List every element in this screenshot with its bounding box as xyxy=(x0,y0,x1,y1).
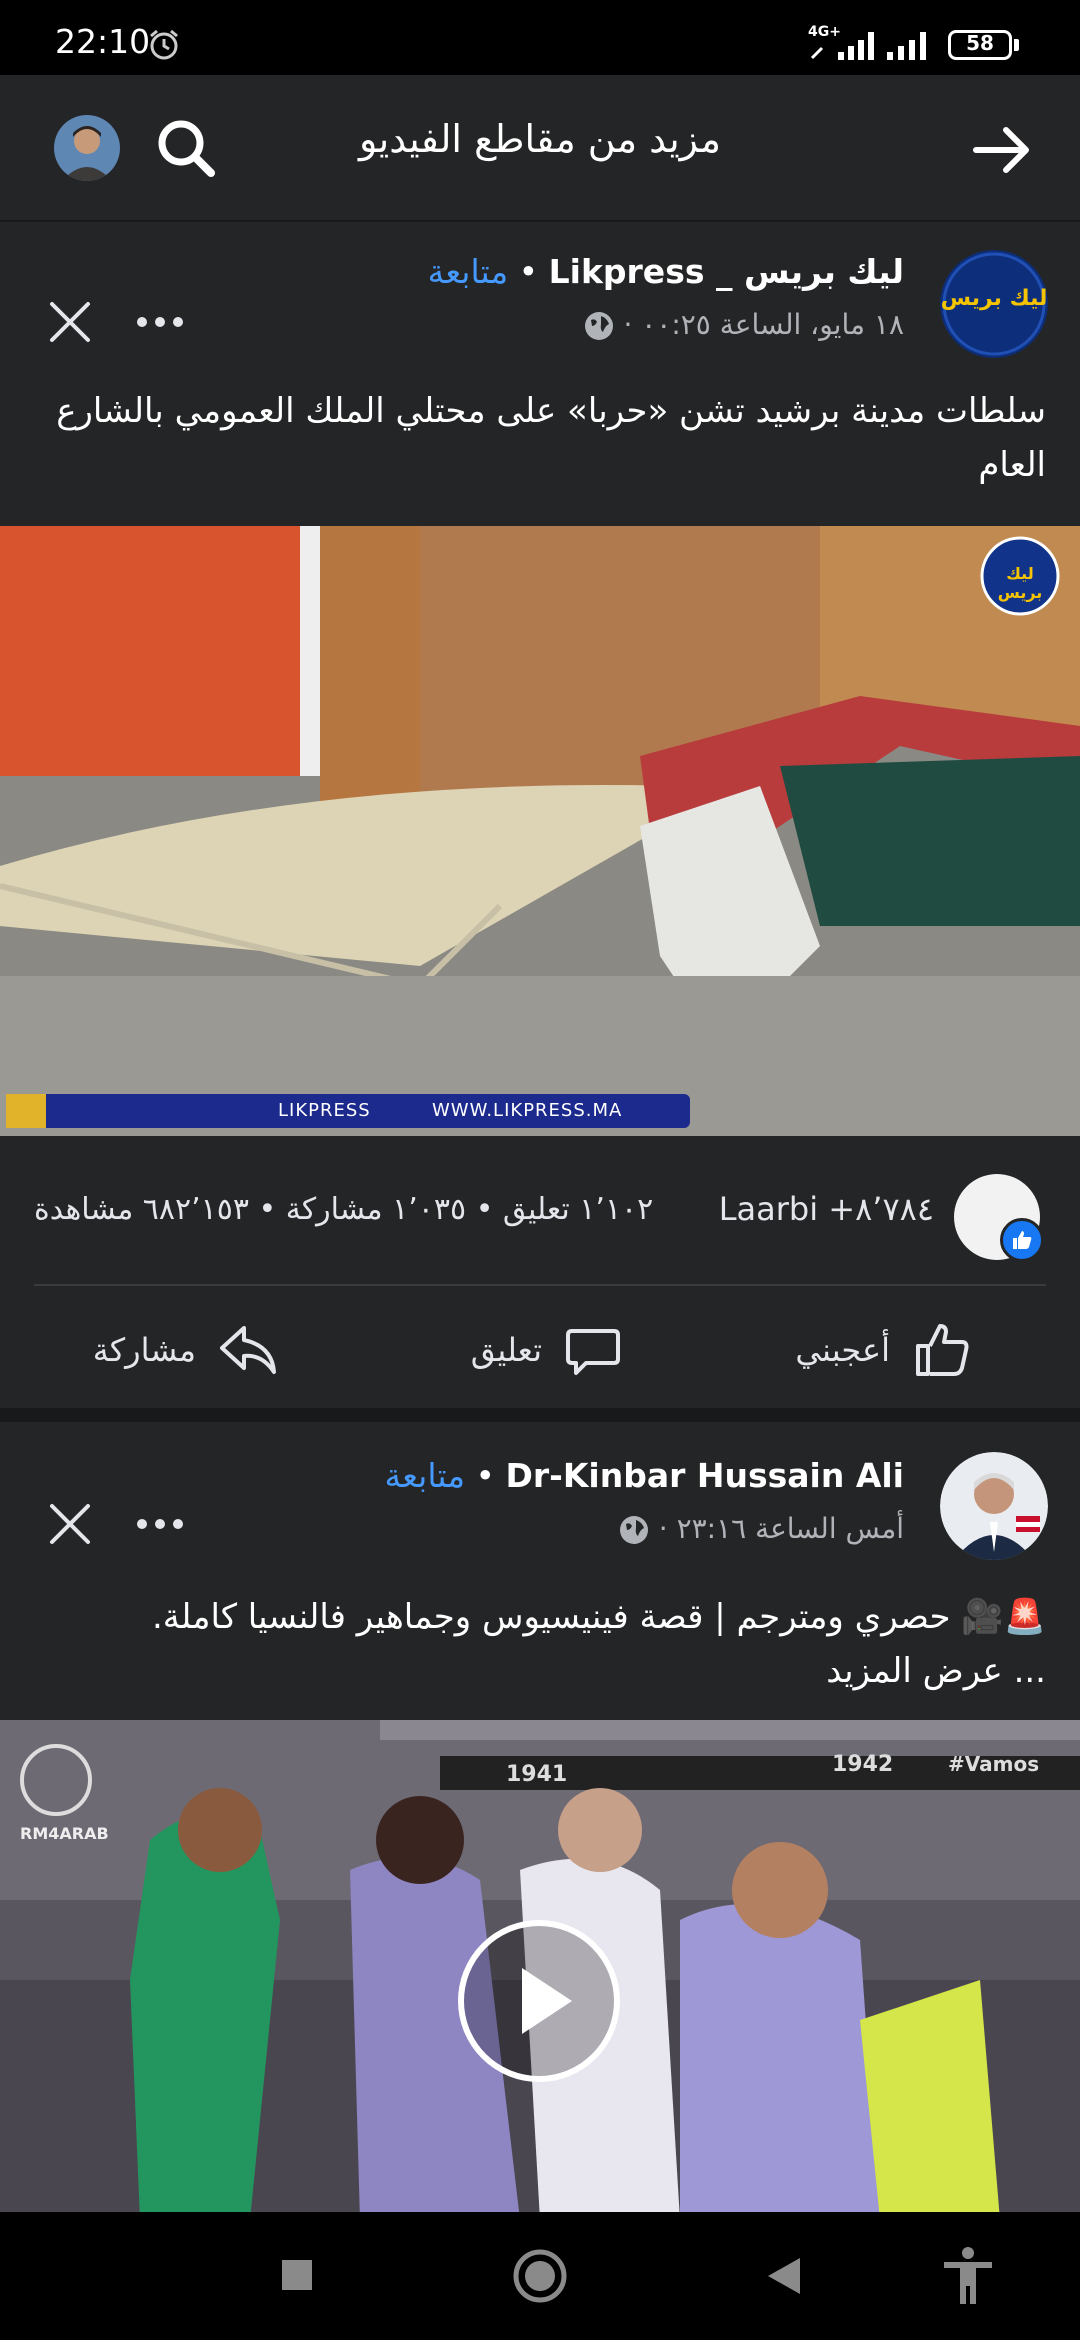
battery-icon: 58 xyxy=(948,30,1012,60)
comment-icon xyxy=(566,1329,620,1375)
post-text: 🚨🎥 حصري ومترجم | قصة فينيسيوس وجماهير فا… xyxy=(151,1597,1046,1637)
close-icon[interactable] xyxy=(44,296,96,348)
post-timestamp: أمس الساعة ٢٣:١٦ · xyxy=(658,1512,904,1545)
like-label: أعجبني xyxy=(795,1331,890,1369)
like-button[interactable]: أعجبني xyxy=(795,1312,972,1388)
video-thumbnail xyxy=(0,526,1080,1136)
play-icon xyxy=(522,1968,572,2034)
battery-cap xyxy=(1014,39,1019,51)
share-icon xyxy=(220,1326,276,1374)
stand-text: #Vamos xyxy=(948,1752,1040,1776)
reactor-avatar[interactable] xyxy=(954,1174,1044,1262)
system-nav-bar xyxy=(0,2212,1080,2340)
status-bar: 22:10 4G+ 58 xyxy=(0,0,1080,75)
search-icon[interactable] xyxy=(153,115,219,181)
page-name[interactable]: Dr-Kinbar Hussain Ali xyxy=(505,1456,904,1495)
video-watermark: RM4ARAB xyxy=(20,1824,109,1843)
post-video[interactable]: RM4ARAB 1941 1942 #Vamos xyxy=(0,1720,1080,2220)
globe-icon xyxy=(619,1516,648,1544)
divider xyxy=(34,1284,1046,1286)
post-video[interactable]: ليك بريس LIKPRESS WWW.LIKPRESS.MA xyxy=(0,526,1080,1136)
reactions-summary[interactable]: Laarbi +٨٬٧٨٤ xyxy=(719,1190,934,1228)
signal-icon-2 xyxy=(887,32,926,60)
comment-label: تعليق xyxy=(470,1331,542,1369)
page-name[interactable]: ليك بريس _ Likpress xyxy=(549,252,904,291)
status-time: 22:10 xyxy=(55,22,151,61)
video-logo-text: ليك بريس xyxy=(997,564,1043,602)
post-timestamp: ١٨ مايو، الساعة ٠٠:٢٥ · xyxy=(623,308,904,341)
back-arrow-icon[interactable] xyxy=(968,117,1034,183)
accessibility-icon[interactable] xyxy=(940,2246,996,2306)
watermark-brand: LIKPRESS xyxy=(278,1100,371,1121)
more-options-icon[interactable] xyxy=(130,1504,190,1544)
like-reaction-icon xyxy=(1000,1218,1044,1262)
page-avatar[interactable] xyxy=(940,1452,1048,1560)
home-icon[interactable] xyxy=(512,2246,568,2306)
thumbs-up-icon xyxy=(916,1324,969,1376)
watermark-url: WWW.LIKPRESS.MA xyxy=(432,1100,623,1121)
recents-icon[interactable] xyxy=(280,2246,314,2306)
play-button[interactable] xyxy=(458,1920,620,2082)
close-icon[interactable] xyxy=(44,1498,96,1550)
back-icon[interactable] xyxy=(764,2246,804,2306)
share-button[interactable]: مشاركة xyxy=(93,1312,278,1388)
profile-avatar[interactable] xyxy=(54,115,120,181)
page-logo-text: ليك بريس xyxy=(940,286,1048,311)
see-more-link[interactable]: ... عرض المزيد xyxy=(40,1644,1046,1698)
battery-level: 58 xyxy=(966,31,994,55)
stand-year-1: 1941 xyxy=(506,1762,568,1787)
post-card: ليك بريس ليك بريس _ Likpress • متابعة ١٨… xyxy=(0,222,1080,1408)
follow-button[interactable]: متابعة xyxy=(428,252,509,291)
engagement-stats[interactable]: ١٬١٠٢ تعليق • ١٬٠٣٥ مشاركة • ٦٨٢٬١٥٣ مشا… xyxy=(34,1192,653,1227)
post-header-name: ليك بريس _ Likpress • متابعة xyxy=(427,252,904,291)
post-card: Dr-Kinbar Hussain Ali • متابعة أمس الساع… xyxy=(0,1422,1080,2220)
page-avatar[interactable]: ليك بريس xyxy=(940,250,1048,358)
more-options-icon[interactable] xyxy=(130,302,190,342)
signal-icon xyxy=(810,32,874,60)
share-label: مشاركة xyxy=(92,1331,196,1369)
post-header-name: Dr-Kinbar Hussain Ali • متابعة xyxy=(384,1456,904,1495)
follow-button[interactable]: متابعة xyxy=(385,1456,466,1495)
globe-icon xyxy=(584,312,613,340)
videos-header: مزيد من مقاطع الفيديو xyxy=(0,75,1080,220)
alarm-icon xyxy=(150,29,178,60)
comment-button[interactable]: تعليق xyxy=(471,1312,622,1388)
post-meta: ١٨ مايو، الساعة ٠٠:٢٥ · xyxy=(573,308,904,342)
page-title: مزيد من مقاطع الفيديو xyxy=(359,117,721,161)
stand-year-2: 1942 xyxy=(832,1752,894,1777)
post-meta: أمس الساعة ٢٣:١٦ · xyxy=(608,1512,904,1546)
post-text: سلطات مدينة برشيد تشن «حربا» على محتلي ا… xyxy=(56,391,1046,485)
reactions-row: Laarbi +٨٬٧٨٤ ١٬١٠٢ تعليق • ١٬٠٣٥ مشاركة… xyxy=(0,1162,1080,1272)
